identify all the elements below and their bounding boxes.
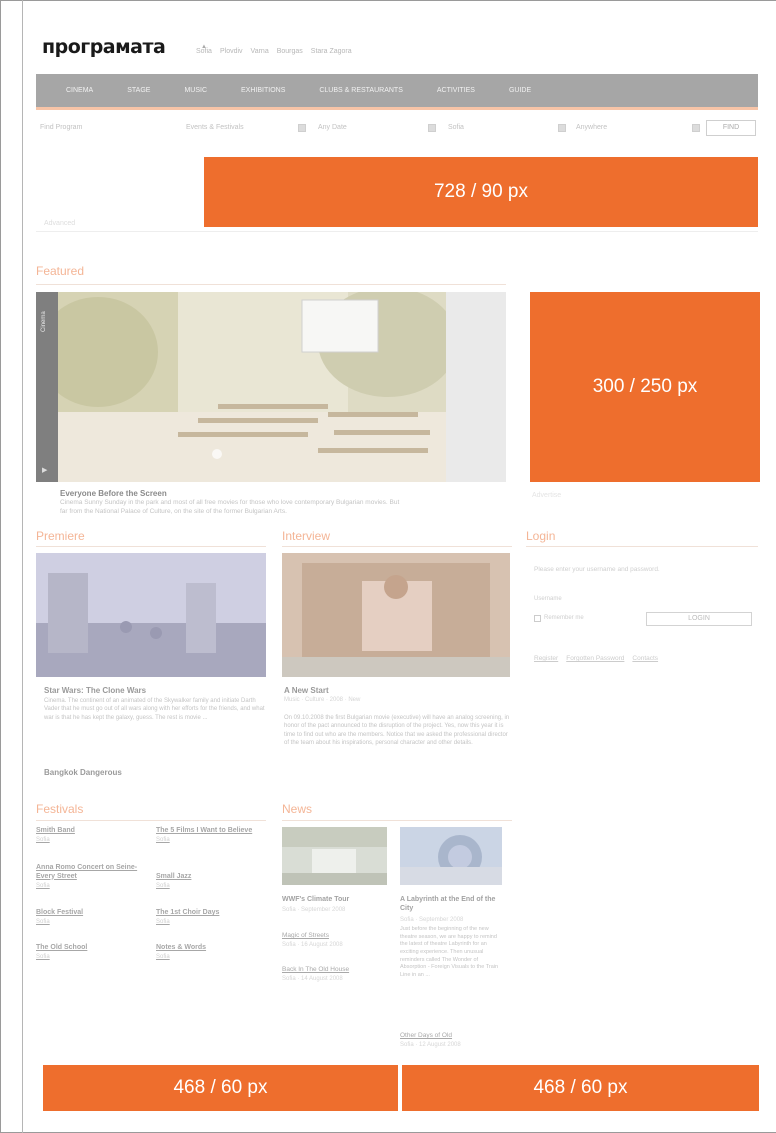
main-nav: CINEMA STAGE MUSIC EXHIBITIONS CLUBS & R… xyxy=(36,74,758,110)
remember-checkbox[interactable] xyxy=(534,615,541,622)
news-right-title[interactable]: A Labyrinth at the End of the City xyxy=(400,896,502,914)
filter-label: Find Program xyxy=(40,124,83,131)
interview-title[interactable]: A New Start xyxy=(284,686,329,695)
festival-item[interactable]: Smith Band Sofia xyxy=(36,827,146,844)
filter-select-date[interactable]: Any Date xyxy=(318,124,347,131)
festival-item[interactable]: Block Festival Sofia xyxy=(36,909,146,926)
featured-photo[interactable] xyxy=(58,292,446,482)
nav-item[interactable]: CLUBS & RESTAURANTS xyxy=(319,87,403,94)
find-button[interactable]: FIND xyxy=(706,120,756,136)
festival-item[interactable]: The 5 Films I Want to Believe Sofia xyxy=(156,827,266,844)
filter-select-place[interactable]: Anywhere xyxy=(576,124,607,131)
divider xyxy=(282,546,512,547)
advertise-link[interactable]: Advertise xyxy=(532,492,561,499)
advanced-search-link[interactable]: Advanced xyxy=(44,220,75,227)
news-left-image[interactable] xyxy=(282,827,387,885)
premiere-image[interactable] xyxy=(36,553,266,677)
contacts-link[interactable]: Contacts xyxy=(632,655,658,662)
nav-item[interactable]: MUSIC xyxy=(184,87,207,94)
city-link[interactable]: Bourgas xyxy=(277,48,303,55)
divider xyxy=(526,546,758,547)
dropdown-arrow-icon[interactable] xyxy=(558,124,566,132)
news-left-title[interactable]: WWF's Climate Tour xyxy=(282,896,387,905)
city-link[interactable]: Varna xyxy=(251,48,269,55)
premiere-extra-link[interactable]: Bangkok Dangerous xyxy=(44,768,122,777)
featured-slider[interactable]: Cinema ▶ xyxy=(36,292,506,482)
username-label: Username xyxy=(534,596,562,602)
nav-item[interactable]: EXHIBITIONS xyxy=(241,87,285,94)
banner-ad-right[interactable]: 468 / 60 px xyxy=(402,1065,759,1111)
featured-section-title: Featured xyxy=(36,264,85,278)
news-left-link[interactable]: Back In The Old House xyxy=(282,966,349,973)
interview-section-title: Interview xyxy=(282,529,331,543)
interview-text: On 09.10.2008 the first Bulgarian movie … xyxy=(284,715,510,747)
divider xyxy=(36,284,506,285)
login-button[interactable]: LOGIN xyxy=(646,612,752,626)
slider-side-label: Cinema xyxy=(41,311,47,332)
news-right-image[interactable] xyxy=(400,827,502,885)
news-left-link[interactable]: Magic of Streets xyxy=(282,932,329,939)
divider xyxy=(36,546,266,547)
login-links: Register Forgotten Password Contacts xyxy=(534,655,658,662)
news-right-link-meta: Sofia · 12 August 2008 xyxy=(400,1042,461,1048)
news-left-meta: Sofia · September 2008 xyxy=(282,907,346,913)
interview-image[interactable] xyxy=(282,553,510,677)
login-hint: Please enter your username and password. xyxy=(534,566,660,573)
leaderboard-ad[interactable]: 728 / 90 px xyxy=(204,157,758,227)
play-arrow-icon[interactable]: ▶ xyxy=(42,466,47,474)
festival-item[interactable]: Notes & Words Sofia xyxy=(156,944,266,961)
news-right-text: Just before the beginning of the new the… xyxy=(400,926,499,979)
city-link[interactable]: Stara Zagora xyxy=(311,48,352,55)
featured-caption-text: Cinema Sunny Sunday in the park and most… xyxy=(60,499,400,515)
news-left-link-meta: Sofia · 16 August 2008 xyxy=(282,942,343,948)
rectangle-ad[interactable]: 300 / 250 px xyxy=(530,292,760,482)
dropdown-arrow-icon[interactable] xyxy=(428,124,436,132)
city-links: Sofia Plovdiv Varna Bourgas Stara Zagora xyxy=(196,48,352,55)
forgot-password-link[interactable]: Forgotten Password xyxy=(566,655,624,662)
gallery-strip[interactable] xyxy=(446,292,506,482)
festival-item[interactable]: Small Jazz Sofia xyxy=(156,873,266,890)
premiere-title[interactable]: Star Wars: The Clone Wars xyxy=(44,686,146,695)
slider-side-bar xyxy=(36,292,58,482)
news-section-title: News xyxy=(282,802,313,816)
dropdown-arrow-icon[interactable] xyxy=(298,124,306,132)
festival-item[interactable]: The 1st Choir Days Sofia xyxy=(156,909,266,926)
news-right-link[interactable]: Other Days of Old xyxy=(400,1032,452,1039)
news-right-meta: Sofia · September 2008 xyxy=(400,917,464,923)
site-logo[interactable]: програмата xyxy=(42,36,166,58)
nav-item[interactable]: CINEMA xyxy=(66,87,93,94)
premiere-text: Cinema. The continent of an animated of … xyxy=(44,698,265,721)
premiere-section-title: Premiere xyxy=(36,529,85,543)
divider xyxy=(36,820,266,821)
divider xyxy=(282,820,512,821)
slide-indicator[interactable] xyxy=(212,449,222,459)
festival-item[interactable]: Anna Romo Concert on Seine-Every Street S… xyxy=(36,864,146,890)
news-left-link-meta: Sofia · 14 August 2008 xyxy=(282,976,343,982)
login-section-title: Login xyxy=(526,529,556,543)
nav-item[interactable]: ACTIVITIES xyxy=(437,87,475,94)
filter-select-city[interactable]: Sofia xyxy=(448,124,464,131)
city-link[interactable]: Plovdiv xyxy=(220,48,243,55)
register-link[interactable]: Register xyxy=(534,655,558,662)
interview-meta: Music · Culture · 2008 · New xyxy=(284,697,361,703)
filter-select-type[interactable]: Events & Festivals xyxy=(186,124,244,131)
search-filters: Find Program Events & Festivals Any Date… xyxy=(36,120,758,140)
festival-item[interactable]: The Old School Sofia xyxy=(36,944,146,961)
city-link[interactable]: Sofia xyxy=(196,48,212,55)
banner-ad-left[interactable]: 468 / 60 px xyxy=(43,1065,398,1111)
festivals-section-title: Festivals xyxy=(36,802,84,816)
remember-label: Remember me xyxy=(544,615,584,621)
featured-caption-title[interactable]: Everyone Before the Screen xyxy=(60,489,167,498)
dropdown-arrow-icon[interactable] xyxy=(692,124,700,132)
nav-item[interactable]: STAGE xyxy=(127,87,150,94)
nav-item[interactable]: GUIDE xyxy=(509,87,531,94)
